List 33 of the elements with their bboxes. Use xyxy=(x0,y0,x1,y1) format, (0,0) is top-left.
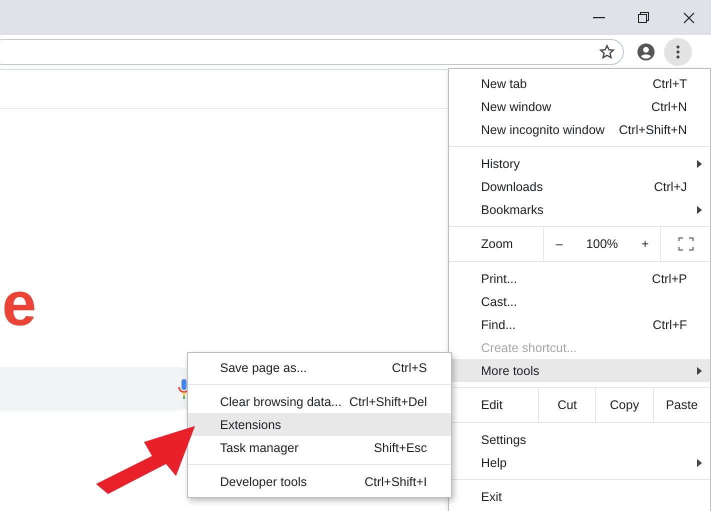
menu-item[interactable]: Developer tools Ctrl+Shift+I xyxy=(188,470,451,493)
fullscreen-icon[interactable] xyxy=(678,237,694,251)
menu-item[interactable]: Settings xyxy=(449,428,710,451)
zoom-label: Zoom xyxy=(481,237,513,251)
menu-item[interactable]: History xyxy=(449,152,710,175)
menu-item[interactable]: Print... Ctrl+P xyxy=(449,267,710,290)
menu-item[interactable]: Save page as... Ctrl+S xyxy=(188,356,451,379)
menu-item[interactable]: New tab Ctrl+T xyxy=(449,72,710,95)
restore-icon[interactable] xyxy=(638,12,649,23)
menu-button[interactable] xyxy=(664,38,692,66)
minimize-icon[interactable] xyxy=(592,16,604,18)
menu-item[interactable]: New window Ctrl+N xyxy=(449,95,710,118)
star-icon[interactable] xyxy=(599,44,615,60)
menu-item[interactable]: New incognito window Ctrl+Shift+N xyxy=(449,118,710,141)
menu-item[interactable]: Find... Ctrl+F xyxy=(449,313,710,336)
logo: e xyxy=(2,285,36,325)
menu-item[interactable]: Help xyxy=(449,451,710,474)
zoom-level: 100% xyxy=(586,237,618,251)
menu-item[interactable]: Extensions xyxy=(188,413,451,436)
close-icon[interactable] xyxy=(682,12,694,24)
edit-label: Edit xyxy=(481,398,503,412)
menu-item[interactable]: Task manager Shift+Esc xyxy=(188,436,451,459)
more-icon xyxy=(676,45,680,59)
menu-item[interactable]: Downloads Ctrl+J xyxy=(449,175,710,198)
zoom-out-button[interactable]: – xyxy=(556,237,563,251)
profile-icon[interactable] xyxy=(637,43,655,61)
menu-item[interactable]: Cast... xyxy=(449,290,710,313)
microphone-icon[interactable] xyxy=(178,379,190,399)
menu-item[interactable]: Exit xyxy=(449,485,710,508)
menu-item[interactable]: More tools xyxy=(449,359,710,382)
menu-item[interactable]: Clear browsing data... Ctrl+Shift+Del xyxy=(188,390,451,413)
menu-item[interactable]: Bookmarks xyxy=(449,198,710,221)
zoom-in-button[interactable]: + xyxy=(641,237,649,251)
